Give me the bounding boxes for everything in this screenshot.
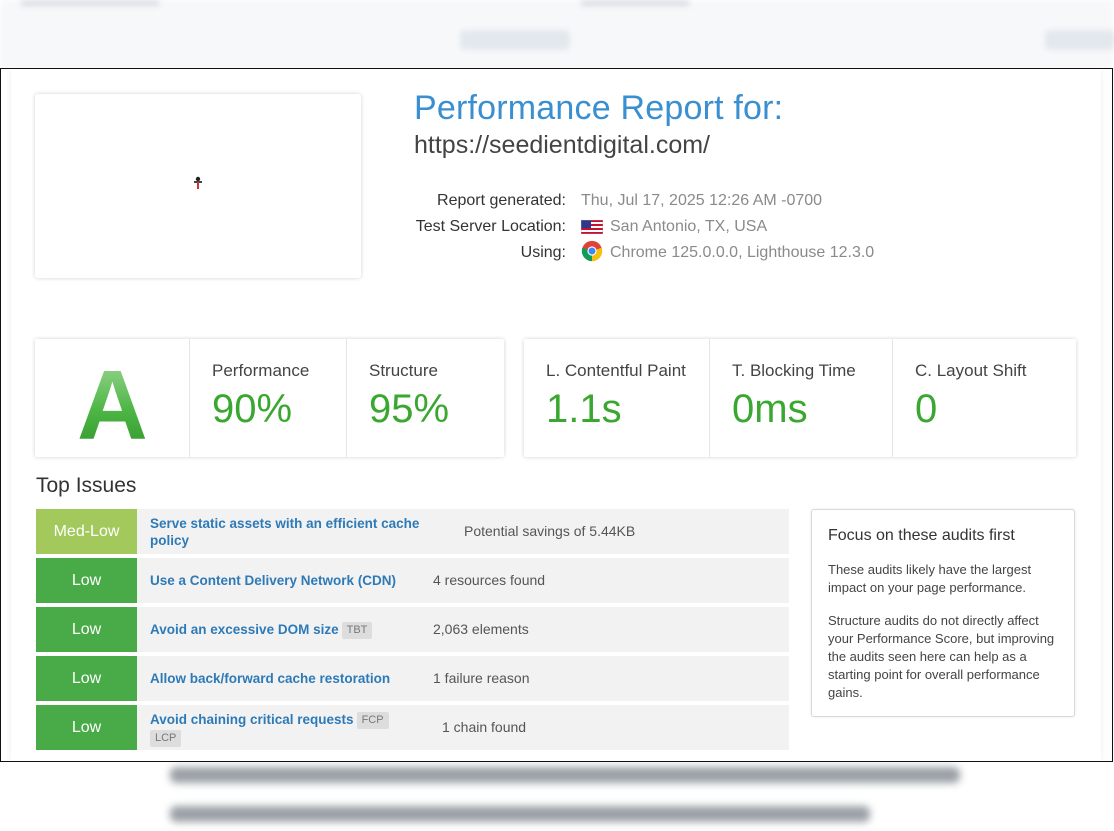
scores-card: A Performance 90% Structure 95% [35,339,504,460]
issue-detail: 1 failure reason [433,670,530,686]
focus-paragraph: Structure audits do not directly affect … [828,613,1055,700]
issue-name: Avoid an excessive DOM size TBT [150,621,450,639]
severity-badge: Med-Low [36,509,137,554]
metric-tag: FCP [356,711,389,729]
structure-cell[interactable]: Structure 95% [347,339,504,457]
issue-link[interactable]: Serve static assets with an efficient ca… [150,515,450,549]
meta-value: San Antonio, TX, USA [581,218,767,236]
structure-value: 95% [369,387,450,431]
web-vitals-card: L. Contentful Paint 1.1s T. Blocking Tim… [524,339,1076,457]
meta-value: Chrome 125.0.0.0, Lighthouse 12.3.0 [581,240,874,262]
tbt-value: 0ms [732,387,808,431]
cls-cell[interactable]: C. Layout Shift 0 [893,339,1076,457]
us-flag-icon [581,220,603,234]
focus-audits-box: Focus on these audits first These audits… [811,509,1075,717]
issue-detail: 1 chain found [442,719,527,735]
chrome-icon [581,240,603,262]
report-url[interactable]: https://seedientdigital.com/ [414,131,710,160]
top-issues-heading: Top Issues [36,474,137,497]
issue-link[interactable]: Allow back/forward cache restoration [150,670,450,687]
report-title: Performance Report for: [414,89,784,127]
performance-label: Performance [212,361,310,380]
grade-letter: A [77,350,148,460]
meta-row-using: Using: Chrome 125.0.0.0, Lighthouse 12.3… [381,240,941,267]
issue-row[interactable]: Low Use a Content Delivery Network (CDN)… [36,558,789,603]
issue-row[interactable]: Med-Low Serve static assets with an effi… [36,509,789,554]
background-page-content [0,762,1114,831]
report-meta: Report generated: Thu, Jul 17, 2025 12:2… [381,189,941,267]
lcp-value: 1.1s [546,387,622,431]
meta-row-generated: Report generated: Thu, Jul 17, 2025 12:2… [381,189,941,215]
focus-paragraph: These audits likely have the largest imp… [828,562,1032,595]
issue-row[interactable]: Low Avoid chaining critical requests FCP … [36,705,789,750]
severity-badge: Low [36,607,137,652]
meta-label: Report generated: [437,192,566,209]
issue-detail: 2,063 elements [433,621,529,637]
cls-label: C. Layout Shift [915,361,1027,380]
severity-badge: Low [36,705,137,750]
issue-link[interactable]: Avoid chaining critical requests [150,712,354,727]
site-screenshot-thumbnail [35,94,361,278]
issue-detail: Potential savings of 5.44KB [464,523,636,539]
severity-badge: Low [36,656,137,701]
meta-label: Using: [520,244,566,261]
focus-title: Focus on these audits first [828,527,1015,544]
meta-label: Test Server Location: [415,218,566,235]
structure-label: Structure [369,361,438,380]
issue-link[interactable]: Avoid an excessive DOM size [150,622,339,637]
metric-tag: TBT [341,621,373,639]
tbt-cell[interactable]: T. Blocking Time 0ms [710,339,893,457]
cls-value: 0 [915,387,938,431]
performance-cell[interactable]: Performance 90% [190,339,347,457]
lcp-label: L. Contentful Paint [546,361,686,380]
report-frame: Performance Report for: https://seedient… [0,68,1113,762]
issue-link[interactable]: Use a Content Delivery Network (CDN) [150,572,450,589]
severity-badge: Low [36,558,137,603]
issue-row[interactable]: Low Avoid an excessive DOM size TBT 2,063… [36,607,789,652]
meta-value: Thu, Jul 17, 2025 12:26 AM -0700 [581,192,823,209]
tbt-label: T. Blocking Time [732,361,856,380]
issue-name: Avoid chaining critical requests FCP LCP [150,711,450,747]
site-favicon-icon [194,176,202,189]
meta-row-location: Test Server Location: San Antonio, TX, U… [381,215,941,241]
background-page-header [0,0,1114,70]
metric-tag: LCP [150,729,182,747]
performance-value: 90% [212,387,293,431]
lcp-cell[interactable]: L. Contentful Paint 1.1s [524,339,710,457]
issue-detail: 4 resources found [433,572,546,588]
grade-cell: A [35,339,190,460]
issue-row[interactable]: Low Allow back/forward cache restoration… [36,656,789,701]
